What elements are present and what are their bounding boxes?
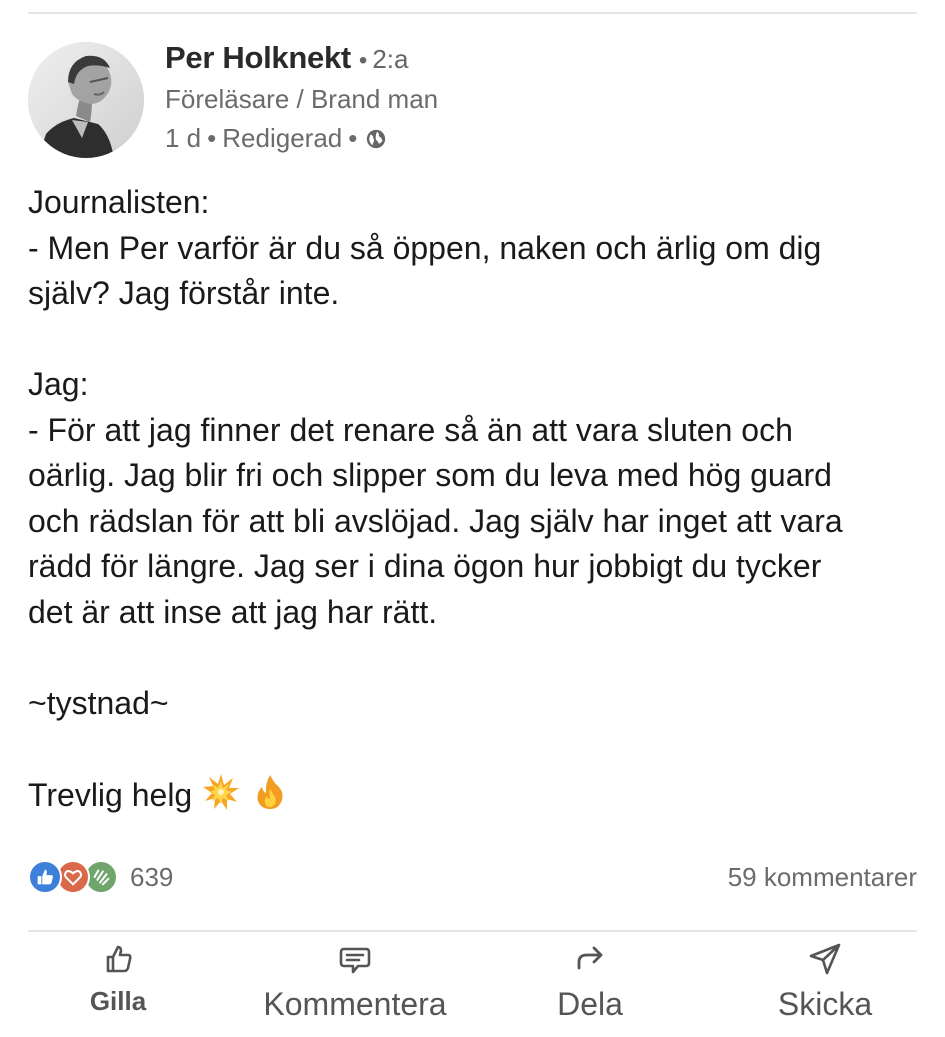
like-button[interactable]: Gilla — [78, 940, 158, 1017]
like-reaction-icon — [28, 860, 62, 894]
meta-separator: • — [207, 123, 217, 153]
share-label: Dela — [557, 986, 623, 1022]
send-icon — [809, 943, 841, 975]
thumbs-up-icon — [106, 945, 132, 973]
connection-degree: 2:a — [372, 44, 409, 74]
body-line: och rädslan för att bli avslöjad. Jag sj… — [28, 502, 843, 539]
fire-emoji — [257, 774, 283, 809]
post-header: Per Holknekt • 2:a Föreläsare / Brand ma… — [28, 40, 908, 164]
body-line: - För att jag finner det renare så än at… — [28, 411, 793, 448]
name-separator: • — [358, 47, 368, 74]
reactions-summary[interactable]: 639 — [28, 860, 173, 894]
body-line: - Men Per varför är du så öppen, naken o… — [28, 229, 822, 266]
body-line: själv? Jag förstår inte. — [28, 275, 340, 311]
closing-text: Trevlig helg — [28, 776, 193, 813]
body-line: Journalisten: — [28, 184, 210, 220]
share-button[interactable]: Dela — [540, 940, 640, 1023]
body-line: rädd för längre. Jag ser i dina ögon hur… — [28, 548, 822, 584]
author-name-row: Per Holknekt • 2:a — [165, 40, 438, 76]
send-button[interactable]: Skicka — [765, 940, 885, 1023]
author-info: Per Holknekt • 2:a Föreläsare / Brand ma… — [165, 40, 438, 154]
author-avatar[interactable] — [28, 42, 144, 158]
reaction-count: 639 — [130, 861, 174, 892]
avatar-photo — [28, 42, 144, 158]
body-line-closing: Trevlig helg — [28, 772, 916, 819]
post-time: 1 d — [165, 123, 202, 153]
social-counts: 639 59 kommentarer — [28, 855, 917, 899]
top-divider — [28, 12, 917, 14]
send-label: Skicka — [777, 986, 873, 1022]
meta-separator: • — [348, 123, 358, 153]
edited-label: Redigerad — [222, 123, 343, 153]
globe-icon — [367, 129, 386, 148]
comment-button[interactable]: Kommentera — [250, 940, 460, 1023]
actions-divider — [28, 930, 917, 932]
body-line: det är att inse att jag har rätt. — [28, 593, 438, 630]
comment-label: Kommentera — [263, 986, 447, 1022]
author-headline: Föreläsare / Brand man — [165, 84, 439, 114]
post-actions: Gilla Kommentera Dela Skicka — [0, 940, 945, 1035]
body-line: ~tystnad~ — [28, 684, 169, 721]
post-body: Journalisten: - Men Per varför är du så … — [28, 180, 916, 818]
share-arrow-icon — [577, 946, 603, 970]
author-name[interactable]: Per Holknekt — [165, 40, 351, 76]
comment-icon — [339, 947, 371, 974]
like-label: Gilla — [89, 986, 147, 1016]
body-line: oärlig. Jag blir fri och slipper som du … — [28, 457, 832, 493]
body-line: Jag: — [28, 366, 89, 402]
collision-emoji — [203, 773, 240, 810]
comments-count[interactable]: 59 kommentarer — [728, 862, 917, 893]
post-meta: 1 d • Redigerad • — [165, 123, 438, 154]
